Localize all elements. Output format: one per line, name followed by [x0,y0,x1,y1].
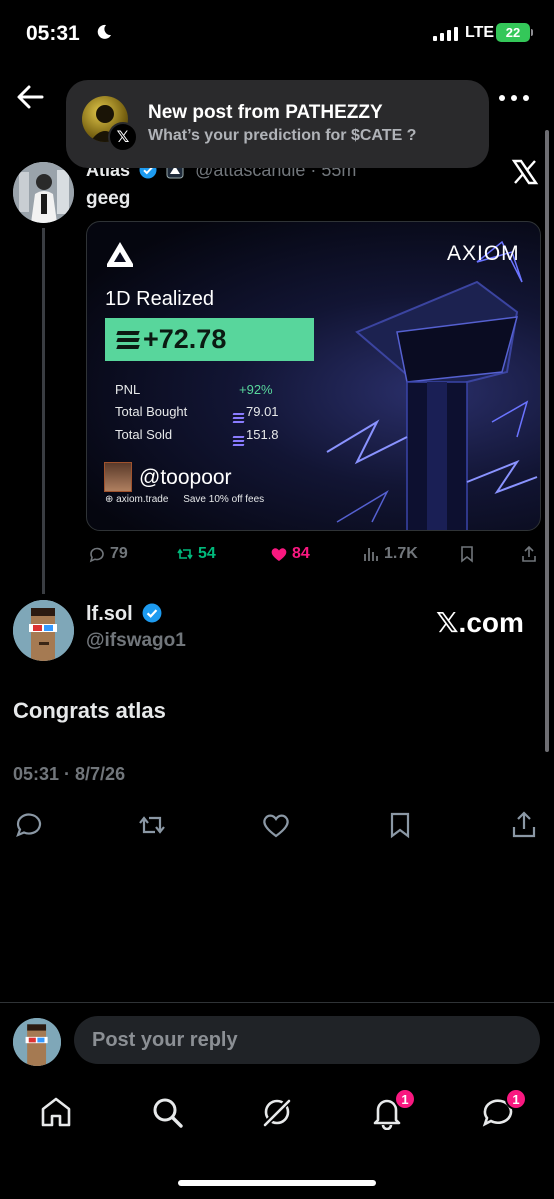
verified-badge-icon [142,603,162,623]
solana-icon [232,436,245,446]
parent-tweet-text: geeg [86,188,131,209]
notification-banner[interactable]: 𝕏 New post from PATHEZZY What’s your pre… [66,80,489,168]
stat-label-sold: Total Sold [115,427,173,442]
card-user-avatar [104,462,132,492]
search-icon[interactable] [149,1094,185,1130]
solana-icon [116,330,140,349]
card-brand: AXIOM [447,242,520,265]
signal-icon [433,26,458,41]
card-promo: Save 10% off fees [183,494,265,505]
views-action[interactable]: 1.7K [362,542,418,566]
stat-value-sold-text: 151.8 [246,427,279,442]
main-tweet-text: Congrats atlas [13,698,166,723]
bookmark-icon [461,546,473,563]
stat-label-pnl: PNL [115,382,141,397]
atlas-avatar[interactable] [13,162,74,223]
share-icon[interactable] [509,810,539,840]
thread-line [42,228,45,594]
network-type: LTE [465,24,495,41]
solana-icon [232,413,245,423]
x-com-watermark: 𝕏.com [436,607,524,638]
card-footer: ⊕ axiom.trade Save 10% off fees [105,494,264,505]
messages-badge: 1 [505,1088,527,1110]
reply-user-avatar [13,1018,61,1066]
like-action[interactable]: 84 [270,542,310,566]
more-options-icon[interactable] [494,86,534,110]
lf-sol-name: lf.sol [86,603,133,625]
battery-tip [531,29,533,36]
notification-title: New post from PATHEZZY [148,102,383,123]
x-logo-icon [511,159,539,185]
stat-value-bought-text: 79.01 [246,404,279,419]
scrollbar[interactable] [545,130,549,752]
reply-icon [89,547,104,563]
battery-icon: 22 [496,23,530,42]
x-logo-badge-icon: 𝕏 [108,122,138,152]
moon-icon [97,24,111,39]
home-indicator[interactable] [178,1180,376,1186]
heart-icon[interactable] [261,810,291,840]
card-period: 1D Realized [105,288,214,310]
card-pnl-value: +72.78 [143,324,227,354]
reply-icon[interactable] [14,810,44,840]
globe-icon: ⊕ [105,494,114,505]
reply-divider [0,1002,554,1003]
card-site: axiom.trade [116,494,169,505]
bookmark-action-small[interactable] [458,542,480,566]
stat-value-sold: 151.8 [232,427,279,446]
pnl-card-image[interactable]: AXIOM 1D Realized +72.78 PNL +92% Total … [86,221,541,531]
repost-action[interactable]: 54 [176,542,216,566]
battery-level: 22 [505,25,521,40]
lf-sol-handle[interactable]: @ifswago1 [86,630,186,652]
lf-sol-avatar[interactable] [13,600,74,661]
reply-action[interactable]: 79 [88,542,128,566]
stat-label-bought: Total Bought [115,404,188,419]
repost-icon [177,548,193,560]
grok-icon[interactable] [259,1094,295,1130]
notifications-badge: 1 [394,1088,416,1110]
back-arrow-icon[interactable] [14,82,48,112]
reply-count: 79 [110,545,128,562]
stat-value-bought: 79.01 [232,404,279,423]
share-icon [522,545,536,562]
views-icon [364,548,378,561]
card-username: @toopoor [139,466,232,489]
like-count: 84 [292,545,310,562]
repost-icon[interactable] [137,810,167,840]
status-bar: 05:31 LTE 22 [0,0,554,70]
heart-filled-icon [271,548,287,561]
axiom-logo-icon [107,242,133,267]
card-pnl-box: +72.78 [105,318,314,361]
share-action-small[interactable] [520,542,542,566]
stat-value-pnl: +92% [239,382,273,397]
status-time: 05:31 [26,22,80,45]
card-artwork [326,240,538,530]
bookmark-icon[interactable] [385,810,415,840]
reply-input[interactable] [74,1016,540,1064]
notification-body: What’s your prediction for $CATE ? [148,127,417,144]
main-tweet-timestamp: 05:31 · 8/7/26 [13,764,126,784]
views-count: 1.7K [384,545,418,562]
lf-sol-name-row[interactable]: lf.sol [86,603,162,626]
repost-count: 54 [198,545,216,562]
home-icon[interactable] [38,1094,74,1130]
